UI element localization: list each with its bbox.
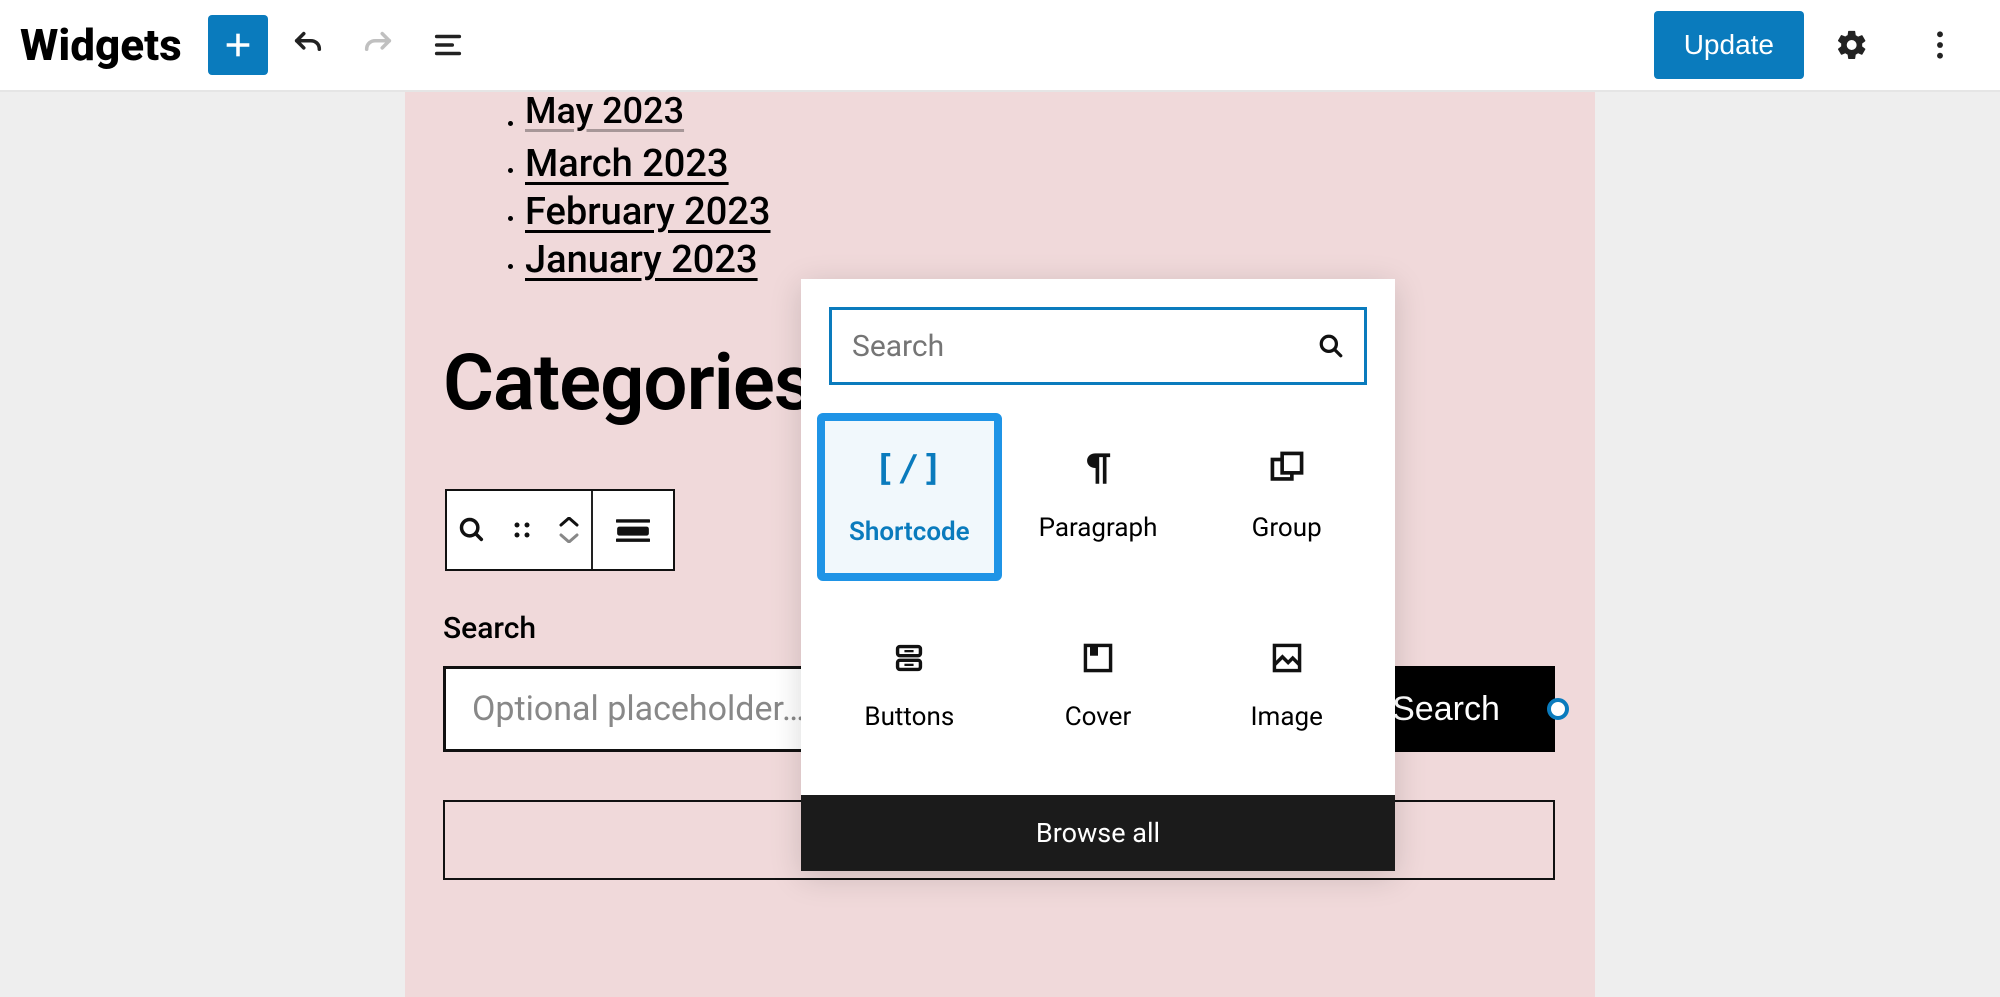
archive-link[interactable]: May 2023 bbox=[525, 92, 684, 132]
block-type-button[interactable] bbox=[447, 491, 497, 569]
block-option-shortcode[interactable]: [/] Shortcode bbox=[817, 413, 1002, 581]
search-icon bbox=[1318, 333, 1344, 359]
page-title: Widgets bbox=[20, 19, 182, 71]
archive-link[interactable]: March 2023 bbox=[525, 142, 729, 186]
block-inserter-popup: [/] Shortcode Paragraph Group Buttons bbox=[801, 279, 1395, 871]
block-option-label: Image bbox=[1250, 702, 1322, 732]
archive-link[interactable]: January 2023 bbox=[525, 238, 758, 282]
browse-all-button[interactable]: Browse all bbox=[801, 795, 1395, 871]
list-view-button[interactable] bbox=[418, 15, 478, 75]
archive-link[interactable]: February 2023 bbox=[525, 190, 771, 234]
block-option-label: Cover bbox=[1065, 702, 1132, 732]
align-wide-icon bbox=[616, 517, 650, 543]
archives-list: May 2023 March 2023 February 2023 Januar… bbox=[443, 96, 1557, 282]
redo-icon bbox=[361, 28, 395, 62]
top-toolbar: Widgets Update bbox=[0, 0, 2000, 92]
move-arrows[interactable] bbox=[547, 491, 593, 569]
canvas-area: May 2023 March 2023 February 2023 Januar… bbox=[0, 92, 2000, 997]
block-option-group[interactable]: Group bbox=[1194, 413, 1379, 581]
more-options-button[interactable] bbox=[1910, 15, 1970, 75]
align-button[interactable] bbox=[593, 491, 673, 569]
chevron-down-icon bbox=[559, 533, 579, 543]
drag-handle[interactable] bbox=[497, 491, 547, 569]
block-option-buttons[interactable]: Buttons bbox=[817, 603, 1002, 771]
inserter-grid: [/] Shortcode Paragraph Group Buttons bbox=[801, 413, 1395, 795]
redo-button[interactable] bbox=[348, 15, 408, 75]
buttons-icon bbox=[893, 642, 925, 674]
drag-icon bbox=[512, 520, 532, 540]
update-button[interactable]: Update bbox=[1654, 11, 1804, 79]
block-option-label: Paragraph bbox=[1039, 513, 1158, 543]
chevron-up-icon bbox=[559, 517, 579, 527]
block-option-image[interactable]: Image bbox=[1194, 603, 1379, 771]
block-option-label: Shortcode bbox=[849, 517, 970, 547]
archive-item: February 2023 bbox=[525, 190, 1557, 234]
group-icon bbox=[1270, 451, 1304, 485]
image-icon bbox=[1271, 642, 1303, 674]
inserter-search bbox=[829, 307, 1367, 385]
kebab-icon bbox=[1936, 28, 1944, 62]
add-block-button[interactable] bbox=[208, 15, 268, 75]
block-option-paragraph[interactable]: Paragraph bbox=[1006, 413, 1191, 581]
list-view-icon bbox=[431, 28, 465, 62]
undo-button[interactable] bbox=[278, 15, 338, 75]
block-option-label: Group bbox=[1252, 513, 1322, 543]
settings-button[interactable] bbox=[1822, 15, 1882, 75]
block-option-label: Buttons bbox=[864, 702, 954, 732]
gear-icon bbox=[1835, 28, 1869, 62]
resize-handle[interactable] bbox=[1547, 698, 1569, 720]
block-option-cover[interactable]: Cover bbox=[1006, 603, 1191, 771]
archive-item: March 2023 bbox=[525, 142, 1557, 186]
block-toolbar bbox=[445, 489, 675, 571]
archive-item: May 2023 bbox=[525, 96, 1557, 138]
undo-icon bbox=[291, 28, 325, 62]
widget-area: May 2023 March 2023 February 2023 Januar… bbox=[405, 92, 1595, 997]
search-icon bbox=[458, 516, 486, 544]
paragraph-icon bbox=[1083, 451, 1113, 485]
cover-icon bbox=[1082, 642, 1114, 674]
plus-icon bbox=[221, 28, 255, 62]
shortcode-icon: [/] bbox=[874, 448, 945, 489]
archive-item: January 2023 bbox=[525, 238, 1557, 282]
inserter-search-input[interactable] bbox=[852, 329, 1318, 364]
